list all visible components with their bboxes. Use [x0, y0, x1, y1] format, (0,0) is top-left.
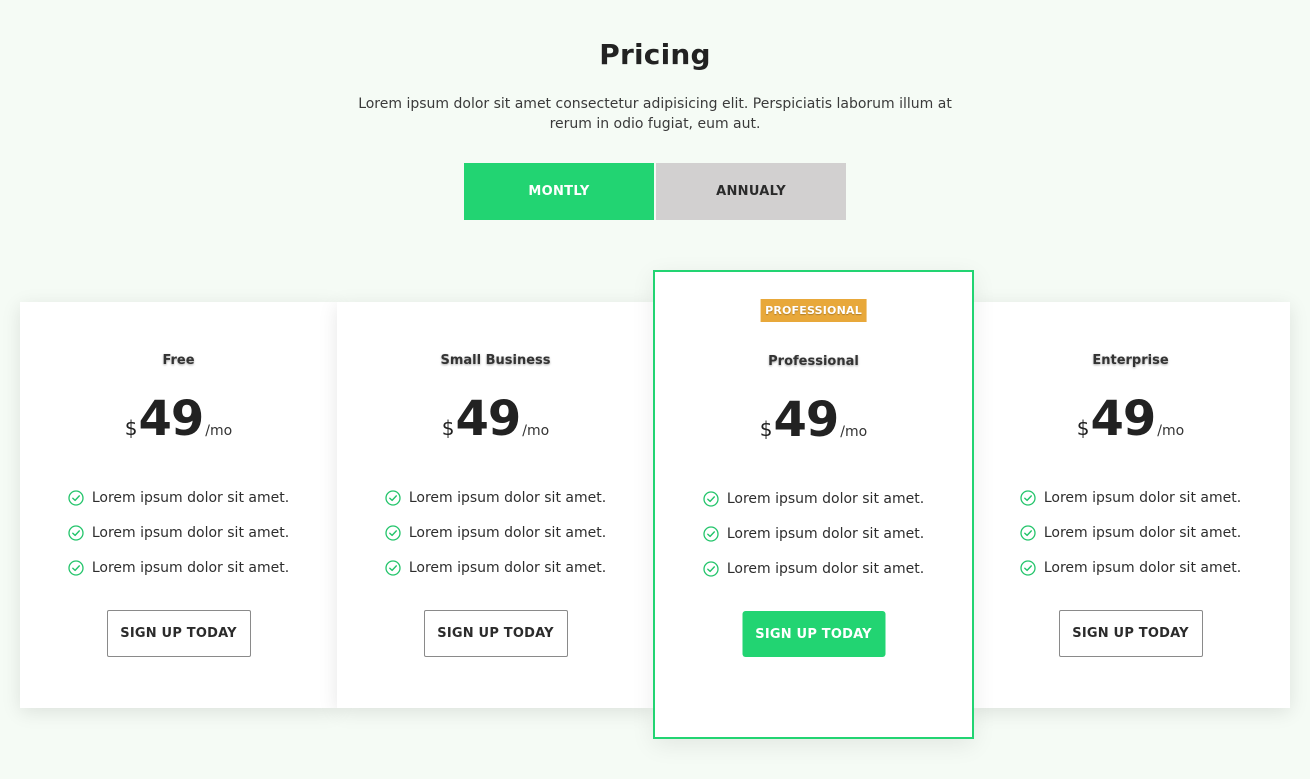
sign-up-button[interactable]: SIGN UP TODAY	[1058, 610, 1203, 657]
feature-item: Lorem ipsum dolor sit amet.	[655, 551, 972, 586]
feature-text: Lorem ipsum dolor sit amet.	[726, 525, 925, 542]
price-currency: $	[759, 417, 773, 441]
price-period: /mo	[840, 424, 868, 440]
feature-text: Lorem ipsum dolor sit amet.	[408, 489, 607, 506]
check-circle-icon	[385, 559, 401, 576]
feature-item: Lorem ipsum dolor sit amet.	[337, 550, 654, 585]
check-circle-icon	[1020, 559, 1036, 576]
feature-item: Lorem ipsum dolor sit amet.	[971, 515, 1290, 550]
feature-item: Lorem ipsum dolor sit amet.	[971, 550, 1290, 585]
sign-up-button[interactable]: SIGN UP TODAY	[106, 610, 251, 657]
plan-card-free: Free $ 49 /mo Lorem ipsum dolor sit amet…	[20, 302, 337, 708]
feature-text: Lorem ipsum dolor sit amet.	[726, 490, 925, 507]
annual-toggle-button[interactable]: ANNUALY	[656, 163, 846, 220]
feature-text: Lorem ipsum dolor sit amet.	[726, 560, 925, 577]
feature-item: Lorem ipsum dolor sit amet.	[20, 515, 337, 550]
price-period: /mo	[205, 423, 233, 439]
check-circle-icon	[703, 490, 719, 507]
plan-card-enterprise: Enterprise $ 49 /mo Lorem ipsum dolor si…	[971, 302, 1290, 708]
price-period: /mo	[522, 423, 550, 439]
plan-name: Small Business	[440, 353, 551, 368]
feature-item: Lorem ipsum dolor sit amet.	[655, 516, 972, 551]
check-circle-icon	[1020, 489, 1036, 506]
plan-card-small-business: Small Business $ 49 /mo Lorem ipsum dolo…	[337, 302, 654, 708]
billing-toggle: MONTLY ANNUALY	[464, 163, 846, 220]
check-circle-icon	[385, 489, 401, 506]
feature-text: Lorem ipsum dolor sit amet.	[408, 559, 607, 576]
plan-name: Professional	[768, 354, 859, 369]
feature-item: Lorem ipsum dolor sit amet.	[337, 515, 654, 550]
check-circle-icon	[68, 559, 84, 576]
feature-item: Lorem ipsum dolor sit amet.	[20, 480, 337, 515]
check-circle-icon	[68, 489, 84, 506]
price-currency: $	[441, 416, 455, 440]
pricing-plans: Free $ 49 /mo Lorem ipsum dolor sit amet…	[20, 270, 1290, 739]
feature-item: Lorem ipsum dolor sit amet.	[337, 480, 654, 515]
price-currency: $	[1076, 416, 1090, 440]
page-subtitle: Lorem ipsum dolor sit amet consectetur a…	[358, 96, 952, 132]
check-circle-icon	[1020, 524, 1036, 541]
price-currency: $	[124, 416, 138, 440]
feature-list: Lorem ipsum dolor sit amet. Lorem ipsum …	[971, 480, 1290, 585]
price-amount: 49	[455, 391, 522, 447]
plan-price: $ 49 /mo	[337, 390, 654, 448]
feature-list: Lorem ipsum dolor sit amet. Lorem ipsum …	[20, 480, 337, 585]
feature-list: Lorem ipsum dolor sit amet. Lorem ipsum …	[337, 480, 654, 585]
feature-item: Lorem ipsum dolor sit amet.	[971, 480, 1290, 515]
plan-badge: PROFESSIONAL	[760, 299, 867, 322]
feature-list: Lorem ipsum dolor sit amet. Lorem ipsum …	[655, 481, 972, 586]
page-title: Pricing	[599, 38, 711, 71]
monthly-toggle-button[interactable]: MONTLY	[464, 163, 654, 220]
plan-price: $ 49 /mo	[971, 390, 1290, 448]
feature-item: Lorem ipsum dolor sit amet.	[655, 481, 972, 516]
check-circle-icon	[385, 524, 401, 541]
plan-name: Free	[162, 353, 195, 368]
feature-text: Lorem ipsum dolor sit amet.	[91, 489, 290, 506]
feature-text: Lorem ipsum dolor sit amet.	[408, 524, 607, 541]
feature-item: Lorem ipsum dolor sit amet.	[20, 550, 337, 585]
check-circle-icon	[703, 525, 719, 542]
price-amount: 49	[773, 392, 840, 448]
sign-up-button-featured[interactable]: SIGN UP TODAY	[742, 611, 885, 657]
price-amount: 49	[138, 391, 205, 447]
check-circle-icon	[703, 560, 719, 577]
feature-text: Lorem ipsum dolor sit amet.	[91, 524, 290, 541]
feature-text: Lorem ipsum dolor sit amet.	[1043, 524, 1242, 541]
feature-text: Lorem ipsum dolor sit amet.	[1043, 489, 1242, 506]
plan-price: $ 49 /mo	[20, 390, 337, 448]
plan-price: $ 49 /mo	[655, 391, 972, 449]
price-amount: 49	[1090, 391, 1157, 447]
feature-text: Lorem ipsum dolor sit amet.	[1043, 559, 1242, 576]
feature-text: Lorem ipsum dolor sit amet.	[91, 559, 290, 576]
price-period: /mo	[1157, 423, 1185, 439]
plan-name: Enterprise	[1092, 353, 1169, 368]
sign-up-button[interactable]: SIGN UP TODAY	[423, 610, 568, 657]
plan-card-professional: PROFESSIONAL Professional $ 49 /mo Lorem…	[653, 270, 974, 739]
check-circle-icon	[68, 524, 84, 541]
